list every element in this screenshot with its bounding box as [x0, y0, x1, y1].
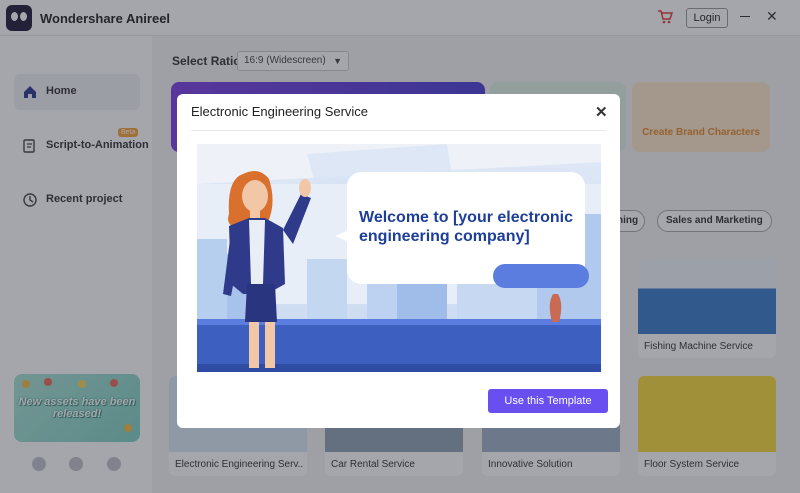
template-preview[interactable]: Welcome to [your electronic engineering …: [197, 144, 601, 372]
template-preview-modal: Electronic Engineering Service ✕ Welcome…: [177, 94, 620, 428]
modal-title: Electronic Engineering Service: [191, 104, 369, 119]
modal-divider: [191, 130, 606, 131]
speech-bubble: Welcome to [your electronic engineering …: [347, 172, 589, 288]
preview-text: Welcome to [your electronic engineering …: [359, 209, 573, 245]
speech-bubble-accent: [493, 264, 589, 288]
close-icon[interactable]: ✕: [595, 103, 608, 121]
use-template-button[interactable]: Use this Template: [488, 389, 608, 413]
